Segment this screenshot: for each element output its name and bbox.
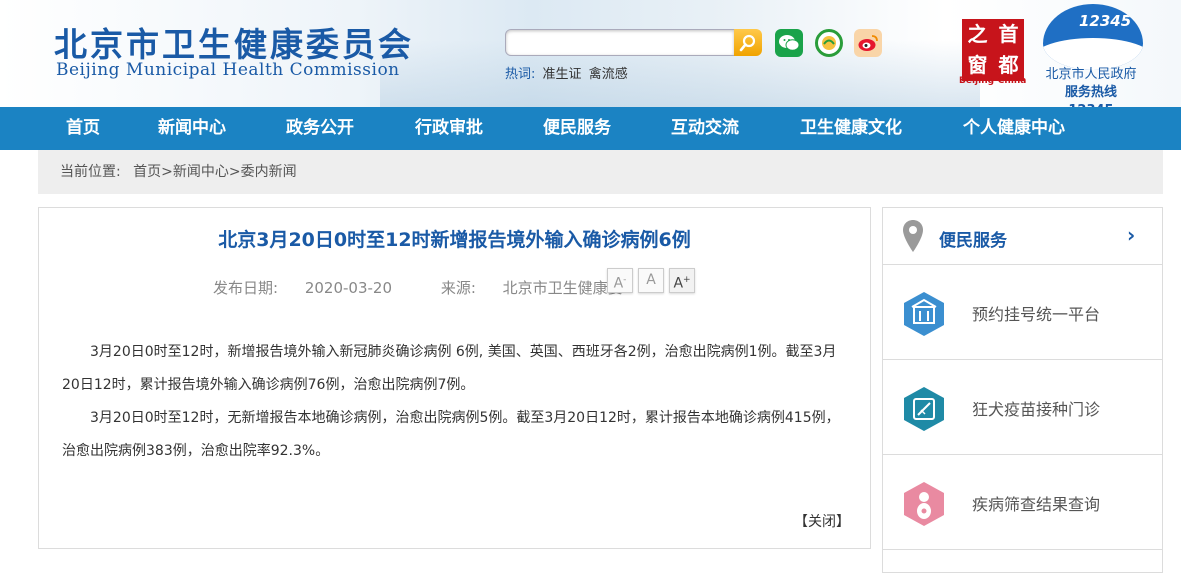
- breadcrumb-home[interactable]: 首页: [133, 164, 161, 180]
- font-normal-button[interactable]: A: [638, 268, 664, 293]
- site-header: 北京市卫生健康委员会 Beijing Municipal Health Comm…: [0, 0, 1181, 107]
- sidebar-item-rabies-vaccine[interactable]: 狂犬疫苗接种门诊: [883, 360, 1162, 455]
- hospital-icon: [904, 292, 944, 336]
- nav-item-services[interactable]: 便民服务: [543, 107, 611, 150]
- weibo-icon[interactable]: [854, 29, 882, 57]
- breadcrumb-news[interactable]: 新闻中心: [173, 164, 229, 180]
- nav-item-news[interactable]: 新闻中心: [158, 107, 226, 150]
- breadcrumb-bar: 当前位置: 首页>新闻中心>委内新闻: [38, 150, 1163, 194]
- hotline-line1: 北京市人民政府: [1045, 67, 1137, 82]
- logo-char: 之: [967, 22, 988, 46]
- capital-logo-subtitle: Beijing-China: [959, 76, 1027, 86]
- search-icon: [739, 34, 756, 51]
- services-sidebar: 便民服务 › 预约挂号统一平台 狂犬疫苗接种门诊 疾病筛查结果查询: [882, 207, 1163, 573]
- article-source: 北京市卫生健康委: [502, 279, 623, 297]
- hotwords: 热词: 准生证 禽流感: [505, 63, 628, 82]
- sidebar-title: 便民服务: [939, 231, 1007, 251]
- sidebar-item-label: 预约挂号统一平台: [972, 305, 1101, 324]
- hotline-logo[interactable]: 12345: [1043, 4, 1143, 70]
- font-decrease-button[interactable]: A-: [607, 268, 633, 293]
- nav-item-personal-health[interactable]: 个人健康中心: [963, 107, 1065, 150]
- close-button[interactable]: 【关闭】: [794, 511, 850, 531]
- sidebar-item-label: 疾病筛查结果查询: [972, 495, 1101, 514]
- hotwords-label: 热词:: [505, 67, 536, 82]
- nav-item-interaction[interactable]: 互动交流: [671, 107, 739, 150]
- nav-item-approval[interactable]: 行政审批: [415, 107, 483, 150]
- location-pin-icon: [903, 220, 923, 252]
- baby-icon: [904, 482, 944, 526]
- vaccine-icon: [904, 387, 944, 431]
- article-paragraph: 3月20日0时至12时，无新增报告本地确诊病例，治愈出院病例5例。截至3月20日…: [62, 410, 840, 459]
- breadcrumb: 当前位置: 首页>新闻中心>委内新闻: [60, 150, 297, 194]
- hotline-text[interactable]: 北京市人民政府 服务热线12345: [1043, 66, 1139, 107]
- capital-window-logo[interactable]: 之 首 窗 都: [962, 19, 1024, 81]
- sidebar-item-screening[interactable]: 疾病筛查结果查询: [883, 455, 1162, 550]
- sidebar-header[interactable]: 便民服务 ›: [883, 208, 1162, 265]
- article-meta: 发布日期: 2020-03-20 来源: 北京市卫生健康委: [213, 277, 667, 298]
- article-panel: 北京3月20日0时至12时新增报告境外输入确诊病例6例 发布日期: 2020-0…: [38, 207, 871, 549]
- search-button[interactable]: [734, 29, 762, 56]
- hotword-link[interactable]: 禽流感: [589, 67, 628, 82]
- nav-item-gov-affairs[interactable]: 政务公开: [286, 107, 354, 150]
- article-body: 3月20日0时至12时，新增报告境外输入新冠肺炎确诊病例 6例, 美国、英国、西…: [62, 336, 852, 468]
- breadcrumb-separator: >: [161, 164, 173, 180]
- chevron-right-icon[interactable]: ›: [1127, 223, 1135, 247]
- publish-date: 2020-03-20: [304, 279, 393, 297]
- hotline-line2: 服务热线12345: [1064, 85, 1117, 107]
- site-logo-english[interactable]: Beijing Municipal Health Commission: [56, 60, 400, 80]
- article-title: 北京3月20日0时至12时新增报告境外输入确诊病例6例: [218, 229, 691, 251]
- app-logo-icon[interactable]: [815, 29, 843, 57]
- hotline-number: 12345: [1079, 12, 1132, 30]
- wechat-icon[interactable]: [775, 29, 803, 57]
- hotword-link[interactable]: 准生证: [543, 67, 582, 82]
- date-label: 发布日期:: [213, 279, 279, 297]
- logo-char: 首: [998, 22, 1019, 46]
- search-input[interactable]: [505, 29, 735, 56]
- article-paragraph: 3月20日0时至12时，新增报告境外输入新冠肺炎确诊病例 6例, 美国、英国、西…: [62, 344, 837, 393]
- breadcrumb-prefix: 当前位置:: [60, 164, 121, 180]
- nav-item-health-culture[interactable]: 卫生健康文化: [800, 107, 902, 150]
- sidebar-item-appointment[interactable]: 预约挂号统一平台: [883, 265, 1162, 360]
- main-nav: 首页 新闻中心 政务公开 行政审批 便民服务 互动交流 卫生健康文化 个人健康中…: [0, 107, 1181, 150]
- source-label: 来源:: [440, 279, 476, 297]
- font-increase-button[interactable]: A+: [669, 268, 695, 293]
- nav-item-home[interactable]: 首页: [66, 107, 100, 150]
- breadcrumb-separator: >: [228, 164, 241, 180]
- site-logo-chinese[interactable]: 北京市卫生健康委员会: [54, 18, 414, 66]
- breadcrumb-internal-news[interactable]: 委内新闻: [241, 164, 297, 180]
- sidebar-item-label: 狂犬疫苗接种门诊: [972, 400, 1101, 419]
